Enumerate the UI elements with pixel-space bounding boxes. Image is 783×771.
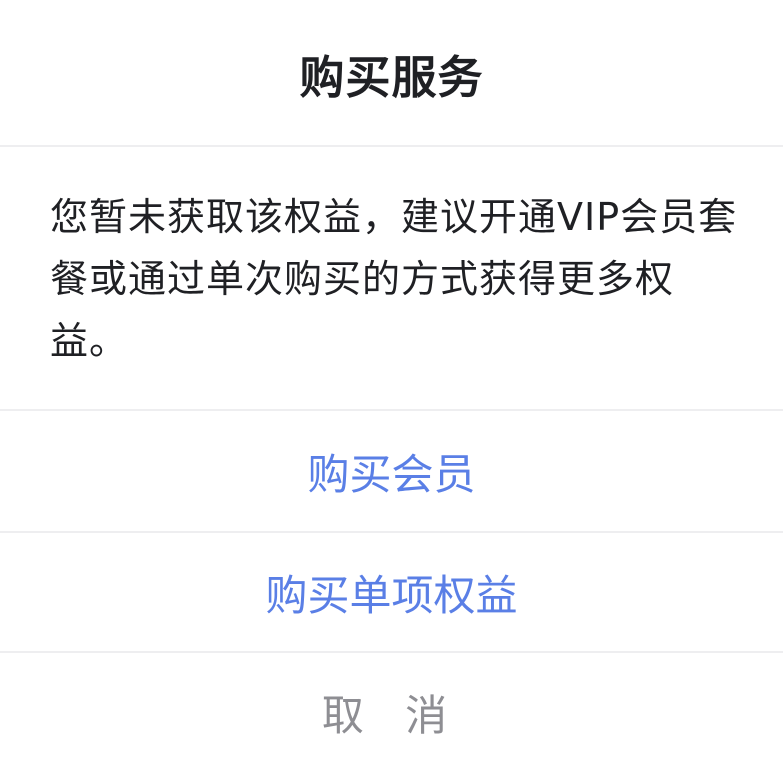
buy-single-benefit-button[interactable]: 购买单项权益	[0, 533, 783, 651]
divider	[0, 145, 783, 147]
purchase-service-dialog: 购买服务 您暂未获取该权益，建议开通VIP会员套餐或通过单次购买的方式获得更多权…	[0, 0, 783, 771]
buy-membership-button[interactable]: 购买会员	[0, 411, 783, 531]
cancel-button[interactable]: 取 消	[0, 653, 783, 771]
dialog-message: 您暂未获取该权益，建议开通VIP会员套餐或通过单次购买的方式获得更多权益。	[50, 195, 738, 363]
dialog-title: 购买服务	[299, 50, 484, 104]
